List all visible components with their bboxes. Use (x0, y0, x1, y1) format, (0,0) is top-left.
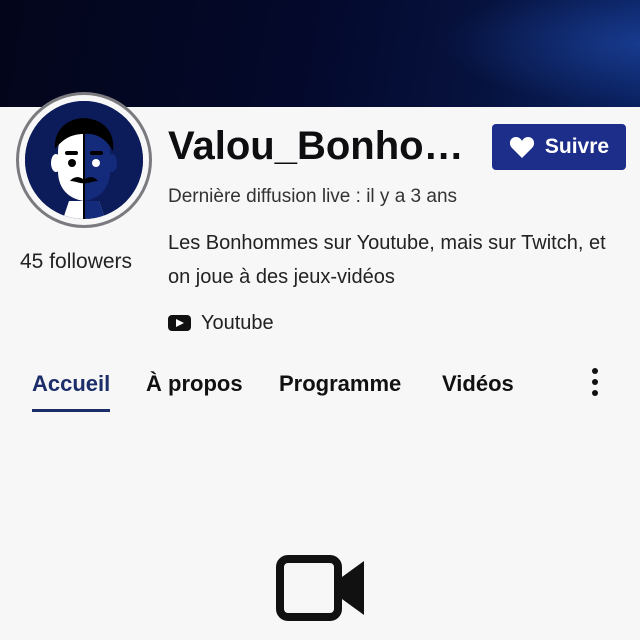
last-live-text: Dernière diffusion live : il y a 3 ans (168, 186, 458, 207)
follow-button[interactable]: Suivre (492, 124, 626, 170)
youtube-icon (168, 315, 191, 331)
more-vertical-icon[interactable] (582, 366, 608, 398)
channel-name: Valou_Bonhommes (168, 124, 468, 168)
tab-accueil[interactable]: Accueil (32, 366, 111, 412)
follow-button-label: Suivre (544, 135, 610, 158)
youtube-link-label: Youtube (201, 311, 274, 334)
youtube-link[interactable]: Youtube (168, 310, 274, 336)
tab-programme[interactable]: Programme (279, 366, 401, 412)
channel-banner (0, 0, 640, 107)
heart-icon (509, 137, 534, 158)
channel-avatar[interactable] (16, 92, 152, 228)
tab-a-propos[interactable]: À propos (146, 366, 243, 412)
tab-videos[interactable]: Vidéos (442, 366, 514, 412)
followers-count: 45 followers (20, 250, 133, 273)
mascot-face-icon (25, 101, 143, 219)
channel-tabs: Accueil À propos Programme Vidéos (0, 366, 640, 412)
channel-description: Les Bonhommes sur Youtube, mais sur Twit… (168, 232, 606, 288)
video-camera-icon (276, 555, 366, 621)
